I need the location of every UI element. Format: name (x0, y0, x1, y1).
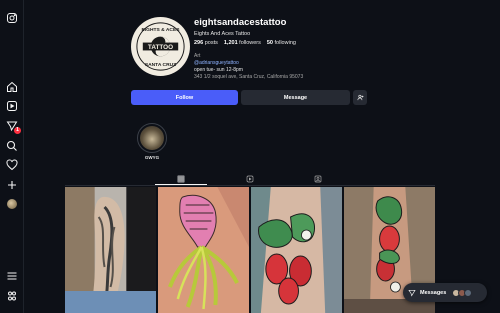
tab-tagged[interactable] (313, 174, 323, 184)
follow-button[interactable]: Follow (131, 90, 238, 105)
messages-icon[interactable]: 1 (6, 120, 21, 134)
profile-picture[interactable]: TATTOO EIGHTS & ACES SANTA CRUZ (131, 17, 190, 76)
message-button[interactable]: Message (241, 90, 350, 105)
tabs-divider (65, 185, 435, 186)
tab-reels[interactable] (245, 174, 255, 184)
logo-text-top: EIGHTS & ACES (142, 27, 181, 33)
grid-icon (177, 175, 185, 183)
profile-icon[interactable] (6, 198, 18, 210)
instagram-icon[interactable] (6, 12, 18, 24)
profile-category: Art (194, 53, 201, 59)
highlight-cover (140, 126, 164, 150)
threads-icon[interactable] (6, 290, 18, 302)
search-icon[interactable] (6, 140, 18, 152)
add-person-icon (357, 94, 363, 101)
more-options-icon[interactable]: ··· (276, 17, 283, 24)
reels-tab-icon (246, 175, 254, 183)
messages-pill[interactable]: Messages (403, 283, 487, 302)
tagged-icon (314, 175, 322, 183)
bio-handle-link[interactable]: @adriansgueytattoo (194, 60, 239, 66)
profile-full-name: Eights And Aces Tattoo (194, 31, 251, 37)
post-thumbnail-3[interactable] (251, 187, 342, 313)
highlight-label: GWYG (144, 155, 160, 160)
notifications-icon[interactable] (6, 159, 18, 171)
bio-address[interactable]: 343 1/2 soquel ave, Santa Cruz, Californ… (194, 74, 303, 80)
create-icon[interactable] (6, 179, 18, 191)
logo-text-bottom: SANTA CRUZ (145, 62, 176, 68)
followers-stat[interactable]: 1,201 followers (224, 40, 261, 46)
avatar (464, 288, 473, 297)
home-icon[interactable] (6, 81, 18, 93)
story-highlight[interactable] (137, 123, 167, 153)
post-thumbnail-1[interactable] (65, 187, 156, 313)
messages-pill-icon (408, 289, 416, 296)
messages-avatars (452, 288, 473, 297)
bio-hours: open tue- sun 12-8pm (194, 67, 243, 73)
suggested-accounts-button[interactable] (353, 90, 367, 105)
reels-icon[interactable] (6, 100, 18, 112)
logo-text-middle: TATTOO (148, 44, 173, 51)
messages-pill-label: Messages (420, 289, 447, 296)
tab-posts[interactable] (176, 174, 186, 184)
left-nav-rail: 1 (0, 0, 24, 313)
messages-badge: 1 (14, 127, 21, 134)
posts-grid (65, 187, 435, 313)
menu-icon[interactable] (6, 270, 18, 282)
post-thumbnail-2[interactable] (158, 187, 249, 313)
following-stat[interactable]: 50 following (267, 40, 296, 46)
profile-avatar (7, 199, 17, 209)
posts-stat[interactable]: 296 posts (194, 40, 218, 46)
profile-stats: 296 posts 1,201 followers 50 following (194, 40, 296, 46)
profile-username: eightsandacestattoo (194, 17, 287, 28)
active-tab-indicator (155, 184, 207, 185)
